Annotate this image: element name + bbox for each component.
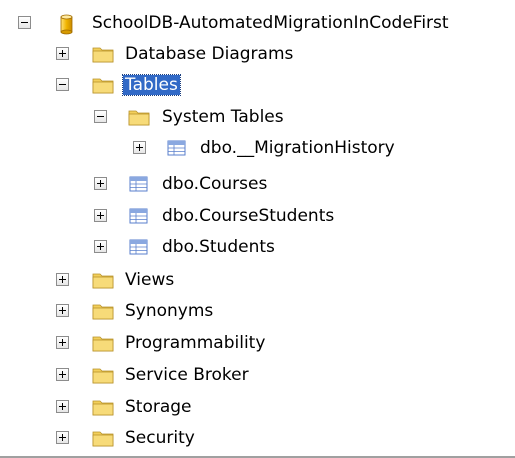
collapse-toggle-icon[interactable] [18,16,31,29]
folder-icon [92,365,114,385]
table-icon [128,174,150,194]
tree-node-courses[interactable]: dbo.Courses [0,169,515,199]
tree-node-label: System Tables [162,107,284,127]
folder-icon [92,44,114,64]
table-icon [128,206,150,226]
expand-toggle-icon[interactable] [133,141,146,154]
expand-toggle-icon[interactable] [56,304,69,317]
folder-icon [128,107,150,127]
tree-node-label: Views [125,270,175,290]
expand-toggle-icon[interactable] [56,400,69,413]
expand-toggle-icon[interactable] [56,273,69,286]
tree-node-database[interactable]: SchoolDB-AutomatedMigrationInCodeFirst [0,8,515,38]
collapse-toggle-icon[interactable] [56,78,69,91]
expand-toggle-icon[interactable] [56,368,69,381]
folder-icon [92,270,114,290]
tree-node-security[interactable]: Security [0,423,515,453]
table-icon [128,237,150,257]
tree-node-tables[interactable]: Tables [0,70,515,100]
tree-node-label: Database Diagrams [125,44,294,64]
tree-node-label: Security [125,428,195,448]
tree-node-programmability[interactable]: Programmability [0,328,515,358]
tree-node-synonyms[interactable]: Synonyms [0,296,515,326]
object-explorer-tree: SchoolDB-AutomatedMigrationInCodeFirst D… [0,0,515,458]
folder-icon [92,333,114,353]
folder-icon [92,428,114,448]
expand-toggle-icon[interactable] [56,336,69,349]
folder-icon [92,301,114,321]
expand-toggle-icon[interactable] [56,431,69,444]
tree-node-students[interactable]: dbo.Students [0,232,515,262]
tree-node-label: Storage [125,397,192,417]
tree-node-storage[interactable]: Storage [0,392,515,422]
tree-node-label: dbo.__MigrationHistory [200,138,395,158]
tree-node-database-diagrams[interactable]: Database Diagrams [0,39,515,69]
tree-node-label: Service Broker [125,365,249,385]
folder-icon [92,397,114,417]
tree-node-label: dbo.Courses [162,174,268,194]
tree-node-system-tables[interactable]: System Tables [0,102,515,132]
tree-node-migration-history[interactable]: dbo.__MigrationHistory [0,133,515,163]
tree-node-label: dbo.CourseStudents [162,206,335,226]
table-icon [166,138,188,158]
tree-node-label: Programmability [125,333,266,353]
tree-node-label: SchoolDB-AutomatedMigrationInCodeFirst [92,13,449,33]
database-icon [57,13,79,35]
tree-node-label: Tables [122,74,181,96]
tree-node-label: dbo.Students [162,237,275,257]
folder-open-icon [92,75,114,95]
expand-toggle-icon[interactable] [56,47,69,60]
tree-node-course-students[interactable]: dbo.CourseStudents [0,201,515,231]
tree-node-service-broker[interactable]: Service Broker [0,360,515,390]
expand-toggle-icon[interactable] [94,240,107,253]
expand-toggle-icon[interactable] [94,209,107,222]
tree-node-label: Synonyms [125,301,214,321]
collapse-toggle-icon[interactable] [94,110,107,123]
tree-node-views[interactable]: Views [0,265,515,295]
expand-toggle-icon[interactable] [94,177,107,190]
